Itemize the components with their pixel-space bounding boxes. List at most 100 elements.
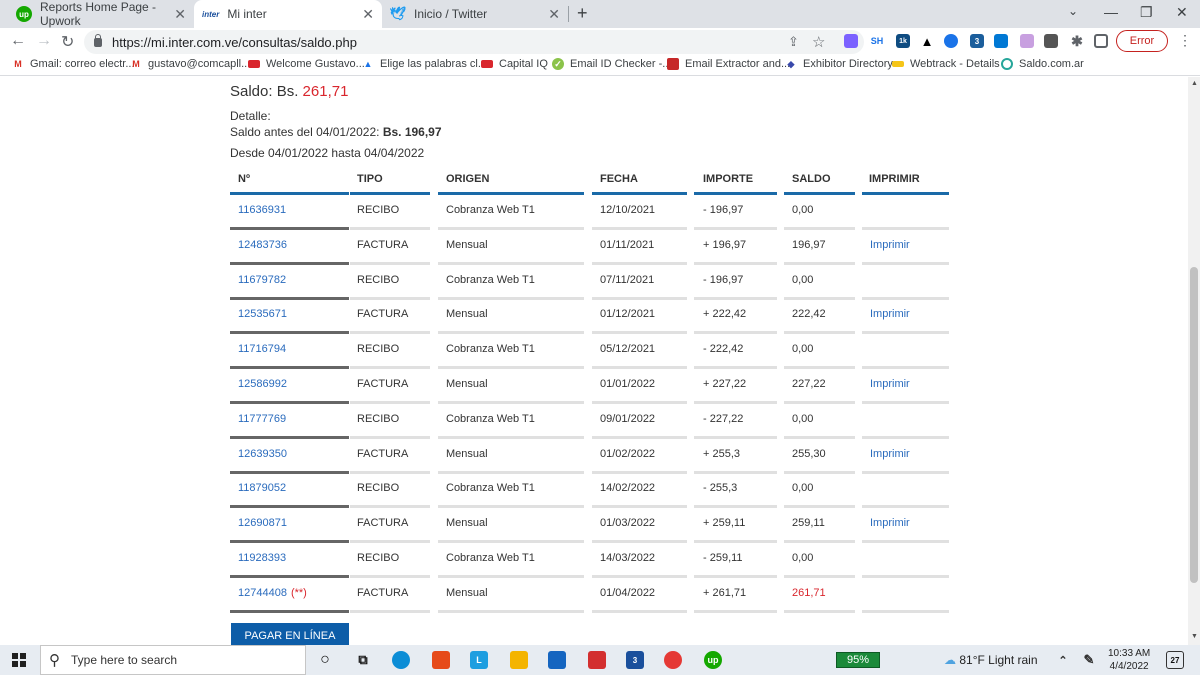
pagar-en-linea-button[interactable]: PAGAR EN LÍNEA <box>231 623 349 645</box>
notifications-icon[interactable]: 27 <box>1166 651 1184 669</box>
edge-icon[interactable] <box>392 651 410 669</box>
restore-button[interactable]: ❐ <box>1140 4 1153 21</box>
search-placeholder: Type here to search <box>71 653 178 667</box>
extension-icon[interactable] <box>844 34 858 48</box>
cell-numero[interactable]: 12639350 <box>238 448 287 460</box>
print-link[interactable]: Imprimir <box>870 308 910 320</box>
extension-icon[interactable] <box>994 34 1008 48</box>
bookmark-star-icon[interactable]: ☆ <box>812 33 825 51</box>
cell-numero[interactable]: 12690871 <box>238 517 287 529</box>
row-divider <box>694 366 777 370</box>
store-icon[interactable] <box>548 651 566 669</box>
cell-numero[interactable]: 11928393 <box>238 552 286 564</box>
row-divider <box>230 470 349 474</box>
bookmark-item[interactable]: ▲ Elige las palabras cl... <box>362 58 487 70</box>
scroll-up-icon[interactable]: ▲ <box>1191 80 1198 87</box>
bookmark-item[interactable]: Capital IQ <box>481 58 548 70</box>
cell-tipo-text: FACTURA <box>357 586 409 599</box>
close-window-button[interactable]: ✕ <box>1176 4 1188 21</box>
cell-numero[interactable]: 11636931 <box>238 204 286 216</box>
taskbar-search[interactable]: ⚲ Type here to search <box>40 645 306 675</box>
extension-1k-icon[interactable]: 1k <box>896 34 910 48</box>
row-divider <box>438 435 584 439</box>
new-tab-button[interactable]: + <box>577 3 588 24</box>
cell-numero-text: 11879052 <box>238 482 287 495</box>
bookmark-item[interactable]: Email Extractor and... <box>667 58 790 70</box>
cell-numero[interactable]: 12744408 (**) <box>238 587 307 599</box>
task-view-icon[interactable]: ⧉ <box>354 651 372 669</box>
pen-icon[interactable]: ✎ <box>1080 651 1098 669</box>
share-icon[interactable]: ⇪ <box>788 34 799 50</box>
th-saldo: SALDO <box>792 173 831 185</box>
close-icon[interactable]: ✕ <box>174 6 186 23</box>
cell-numero[interactable]: 12483736 <box>238 239 287 251</box>
tab-upwork[interactable]: up Reports Home Page - Upwork ✕ <box>8 0 194 28</box>
cell-fecha-text: 07/11/2021 <box>600 273 655 286</box>
bookmark-item[interactable]: ◆ Exhibitor Directory <box>785 58 893 70</box>
upwork-taskbar-icon[interactable]: up <box>704 651 722 669</box>
file-explorer-icon[interactable] <box>510 651 528 669</box>
close-icon[interactable]: ✕ <box>362 6 374 23</box>
row-divider <box>438 331 584 335</box>
profile-error-button[interactable]: Error <box>1116 30 1168 52</box>
print-link-text: Imprimir <box>870 308 910 321</box>
tab-twitter[interactable]: 🕊 Inicio / Twitter ✕ <box>382 0 568 28</box>
bookmark-label: Saldo.com.ar <box>1019 58 1084 70</box>
saldo-heading: Saldo: Bs. 261,71 <box>230 83 348 100</box>
extension-icon[interactable] <box>944 34 958 48</box>
back-arrow-icon[interactable]: ← <box>10 32 26 50</box>
chevron-up-icon[interactable]: ⌃ <box>1054 651 1072 669</box>
close-icon[interactable]: ✕ <box>548 6 560 23</box>
menu-icon[interactable]: ⋮ <box>1178 32 1192 49</box>
tab-mi-inter[interactable]: inter Mi inter ✕ <box>194 0 382 28</box>
extension-icon[interactable] <box>1044 34 1058 48</box>
cell-numero[interactable]: 11879052 <box>238 482 286 494</box>
saldo-antes-label: Saldo antes del 04/01/2022: <box>230 125 380 139</box>
bookmark-item[interactable]: Saldo.com.ar <box>1001 58 1084 70</box>
weather-widget[interactable]: ☁ 81°F Light rain <box>944 653 1038 667</box>
office-icon[interactable] <box>588 651 606 669</box>
puzzle-icon[interactable]: ✱ <box>1070 33 1084 49</box>
cell-numero[interactable]: 12586992 <box>238 378 287 390</box>
bookmark-item[interactable]: M Gmail: correo electr... <box>12 58 134 70</box>
minimize-button[interactable]: — <box>1104 4 1118 20</box>
mail-icon[interactable]: 3 <box>626 651 644 669</box>
bookmark-item[interactable]: Webtrack - Details <box>892 58 1000 70</box>
chrome-icon[interactable] <box>664 651 682 669</box>
cell-numero-text: 12586992 <box>238 378 287 390</box>
windows-start-icon[interactable] <box>12 653 26 667</box>
extension-3-icon[interactable]: 3 <box>970 34 984 48</box>
office-icon[interactable] <box>432 651 450 669</box>
cell-origen-text: Mensual <box>446 378 488 390</box>
address-bar[interactable]: https://mi.inter.com.ve/consultas/saldo.… <box>84 30 864 54</box>
extension-icon[interactable] <box>1020 34 1034 48</box>
print-link[interactable]: Imprimir <box>870 378 910 390</box>
cell-importe-text: + 196,97 <box>703 238 747 251</box>
row-divider <box>438 609 584 613</box>
scroll-down-icon[interactable]: ▼ <box>1191 633 1198 640</box>
sh-extension-icon[interactable]: SH <box>866 34 888 48</box>
cell-numero[interactable]: 11679782 <box>238 274 286 286</box>
bookmark-item[interactable]: ✓ Email ID Checker -... <box>552 58 671 70</box>
reload-icon[interactable]: ↻ <box>61 32 74 52</box>
scrollbar-thumb[interactable] <box>1190 267 1198 583</box>
cell-numero[interactable]: 12535671 <box>238 308 287 320</box>
cortana-icon[interactable]: ○ <box>316 651 334 669</box>
arc-extension-icon[interactable]: ▲ <box>920 34 934 49</box>
print-link[interactable]: Imprimir <box>870 239 910 251</box>
taskbar-clock[interactable]: 10:33 AM 4/4/2022 <box>1108 647 1150 673</box>
battery-indicator[interactable]: 95% <box>836 652 880 668</box>
print-link[interactable]: Imprimir <box>870 448 910 460</box>
forward-arrow-icon[interactable]: → <box>36 32 52 50</box>
cell-numero[interactable]: 11777769 <box>238 413 286 425</box>
cell-origen-text: Cobranza Web T1 <box>446 273 535 286</box>
bookmark-item[interactable]: Welcome Gustavo... <box>248 58 365 70</box>
cell-numero[interactable]: 11716794 <box>238 343 286 355</box>
print-link[interactable]: Imprimir <box>870 517 910 529</box>
sidebar-icon[interactable] <box>1094 34 1108 48</box>
l-app-icon[interactable]: L <box>470 651 488 669</box>
page-scrollbar[interactable]: ▲ ▼ <box>1188 77 1200 645</box>
tab-search-icon[interactable]: ⌄ <box>1068 4 1078 18</box>
cell-origen: Cobranza Web T1 <box>446 552 535 564</box>
bookmark-item[interactable]: Mgustavo@comcapll... <box>130 58 250 70</box>
